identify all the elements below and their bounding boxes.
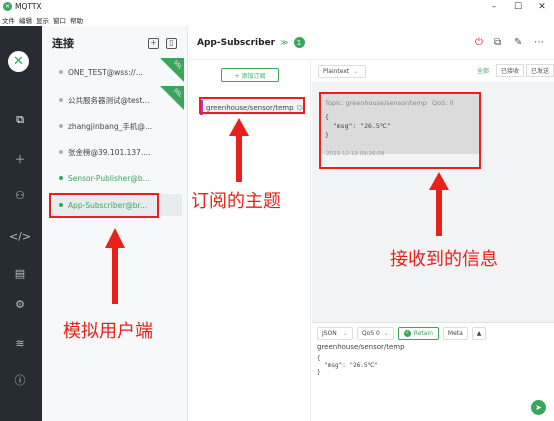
annotation-box-client bbox=[49, 193, 159, 218]
payload-format-select[interactable]: Plaintext ⌄ bbox=[318, 64, 366, 78]
script-icon[interactable]: </> bbox=[9, 226, 31, 246]
publish-topic-input[interactable]: greenhouse/sensor/temp bbox=[312, 343, 554, 355]
add-subscription-button[interactable]: + 添加订阅 bbox=[221, 68, 279, 82]
log-icon[interactable]: ▤ bbox=[10, 263, 30, 283]
messages-toolbar: Plaintext ⌄ 全部 已接收 已发送 bbox=[312, 60, 554, 82]
filter-received[interactable]: 已接收 bbox=[495, 64, 524, 77]
connection-item[interactable]: 公共服务器测试@test... SSL bbox=[52, 86, 184, 111]
close-button[interactable]: ✕ bbox=[530, 0, 554, 13]
ssl-badge bbox=[160, 58, 184, 82]
status-dot bbox=[59, 150, 63, 154]
main-header: App-Subscriber ≫ 1 ⏻ ⧉ ✎ ⋯ bbox=[188, 26, 554, 60]
connection-item[interactable]: zhangjinbang_手机@... bbox=[52, 115, 182, 137]
connections-icon[interactable]: ⧉ bbox=[10, 110, 30, 130]
retain-toggle[interactable]: ✓ Retain bbox=[397, 326, 439, 340]
arrow-shape bbox=[105, 228, 125, 304]
status-dot bbox=[59, 124, 63, 128]
annotation-received-message: 接收到的信息 bbox=[390, 249, 498, 270]
publish-toolbar: JSON ⌄ QoS 0 ⌄ ✓ Retain Meta ▲ bbox=[312, 323, 554, 343]
add-icon[interactable]: ＋ bbox=[10, 149, 30, 169]
annotation-arrow-up bbox=[105, 228, 125, 304]
menu-file[interactable]: 文件 bbox=[2, 15, 15, 25]
layout-toggle-icon[interactable]: ▯ bbox=[166, 38, 177, 49]
connections-header: 连接 + ▯ bbox=[42, 26, 187, 60]
connection-label: 公共服务器测试@test... bbox=[68, 95, 150, 105]
more-icon[interactable]: ⋯ bbox=[534, 37, 544, 48]
publish-format-select[interactable]: JSON ⌄ bbox=[317, 326, 353, 340]
menu-bar: 文件 编辑 显示 窗口 帮助 bbox=[0, 13, 554, 26]
window-controls: – ☐ ✕ bbox=[482, 0, 554, 13]
menu-window[interactable]: 窗口 bbox=[53, 15, 66, 25]
settings-icon[interactable]: ⚙ bbox=[10, 294, 30, 314]
chevron-down-icon[interactable]: ≫ bbox=[280, 38, 288, 47]
status-dot bbox=[59, 70, 63, 74]
status-dot bbox=[59, 176, 63, 180]
publish-area: JSON ⌄ QoS 0 ⌄ ✓ Retain Meta ▲ greenhouse/… bbox=[312, 322, 554, 421]
retain-label: Retain bbox=[413, 329, 433, 337]
annotation-box-message bbox=[319, 92, 481, 169]
send-icon[interactable]: ➤ bbox=[531, 400, 546, 415]
app-title: MQTTX bbox=[15, 2, 42, 11]
connection-item[interactable]: Sensor-Publisher@b... bbox=[52, 167, 182, 189]
topology-icon[interactable]: ⚇ bbox=[10, 185, 30, 205]
publish-qos-select[interactable]: QoS 0 ⌄ bbox=[356, 326, 394, 340]
minimize-button[interactable]: – bbox=[482, 0, 506, 13]
annotation-box-topic bbox=[199, 97, 305, 114]
unread-badge: 1 bbox=[293, 37, 305, 48]
subscriptions-column: + 添加订阅 greenhouse/sensor/temp QoS 0 bbox=[188, 60, 311, 421]
info-icon[interactable]: ⓘ bbox=[10, 370, 30, 390]
connection-item[interactable]: 张金榜@39.101.137.... bbox=[52, 141, 182, 163]
maximize-button[interactable]: ☐ bbox=[506, 0, 530, 13]
meta-button[interactable]: Meta bbox=[442, 326, 468, 340]
menu-help[interactable]: 帮助 bbox=[70, 15, 83, 25]
message-filter-tabs: 全部 已接收 已发送 bbox=[470, 64, 554, 77]
connection-label: zhangjinbang_手机@... bbox=[68, 121, 152, 131]
annotation-arrow-up bbox=[429, 172, 449, 236]
annotation-simulated-client: 模拟用户端 bbox=[63, 321, 153, 342]
connections-title: 连接 bbox=[52, 37, 74, 50]
connection-label: 张金榜@39.101.137.... bbox=[68, 147, 151, 157]
connection-label: Sensor-Publisher@b... bbox=[68, 173, 150, 183]
publish-format-value: JSON bbox=[322, 329, 337, 337]
title-bar: ✕ MQTTX – ☐ ✕ bbox=[0, 0, 554, 13]
ssl-badge bbox=[160, 86, 184, 110]
annotation-subscribe-topic: 订阅的主题 bbox=[191, 191, 281, 212]
nav-rail: ✕ ⧉ ＋ ⚇ </> ▤ ⚙ ≋ ⓘ bbox=[0, 26, 42, 421]
mqttx-logo-icon: ✕ bbox=[8, 51, 29, 72]
menu-view[interactable]: 显示 bbox=[36, 15, 49, 25]
filter-sent[interactable]: 已发送 bbox=[525, 64, 554, 77]
new-window-icon[interactable]: ⧉ bbox=[494, 37, 501, 48]
status-dot bbox=[59, 98, 63, 102]
connections-panel: 连接 + ▯ ONE_TEST@wss://... SSL 公共服务器测试@te… bbox=[42, 26, 188, 421]
filter-all[interactable]: 全部 bbox=[472, 64, 494, 77]
publish-payload-editor[interactable]: { "msg": "26.5℃" } bbox=[312, 355, 554, 376]
payload-format-value: Plaintext bbox=[323, 67, 350, 75]
annotation-arrow-up bbox=[229, 118, 249, 182]
app-logo-icon: ✕ bbox=[3, 2, 12, 11]
disconnect-icon[interactable]: ⏻ bbox=[475, 37, 483, 48]
menu-edit[interactable]: 编辑 bbox=[19, 15, 32, 25]
edit-icon[interactable]: ✎ bbox=[514, 37, 522, 48]
main-area: App-Subscriber ≫ 1 ⏻ ⧉ ✎ ⋯ + 添加订阅 greenh… bbox=[188, 26, 554, 421]
connection-label: ONE_TEST@wss://... bbox=[68, 67, 143, 77]
connection-item[interactable]: ONE_TEST@wss://... SSL bbox=[52, 58, 184, 83]
check-icon: ✓ bbox=[403, 329, 411, 337]
arrow-shape bbox=[429, 172, 449, 236]
subscribe-feed-icon[interactable]: ≋ bbox=[10, 333, 30, 353]
publish-qos-value: QoS 0 bbox=[361, 329, 380, 337]
arrow-shape bbox=[229, 118, 249, 182]
collapse-button[interactable]: ▲ bbox=[471, 326, 487, 340]
new-connection-icon[interactable]: + bbox=[148, 38, 159, 49]
connection-title: App-Subscriber bbox=[197, 37, 276, 48]
